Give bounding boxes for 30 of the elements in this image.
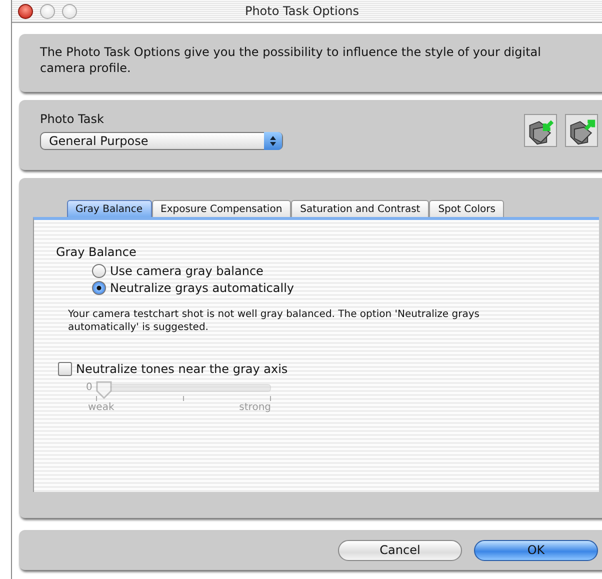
tab[interactable]: Spot Colors xyxy=(429,200,504,217)
slider-value: 0 xyxy=(86,382,92,393)
export-folder-icon[interactable] xyxy=(565,114,598,147)
tab[interactable]: Saturation and Contrast xyxy=(291,200,430,217)
cancel-button[interactable]: Cancel xyxy=(338,540,462,560)
radio-button[interactable] xyxy=(92,264,106,278)
tick-mark xyxy=(183,396,184,401)
radio-button[interactable] xyxy=(92,281,106,295)
photo-task-popup[interactable]: General Purpose xyxy=(40,132,283,150)
radio-option[interactable]: Use camera gray balance xyxy=(92,264,599,278)
window-title: Photo Task Options xyxy=(244,4,360,18)
section-heading: Gray Balance xyxy=(56,245,138,259)
checkbox[interactable] xyxy=(58,362,72,376)
close-button[interactable] xyxy=(18,4,33,19)
radio-label: Use camera gray balance xyxy=(110,264,264,278)
tab[interactable]: Exposure Compensation xyxy=(152,200,292,217)
radio-option[interactable]: Neutralize grays automatically xyxy=(92,281,599,295)
slider-max-label: strong xyxy=(239,402,271,413)
tick-mark xyxy=(96,396,97,401)
tab[interactable]: Gray Balance xyxy=(66,200,152,217)
tick-mark xyxy=(270,396,271,401)
photo-task-label: Photo Task xyxy=(40,112,105,126)
checkbox-label: Neutralize tones near the gray axis xyxy=(76,362,288,376)
description-text: The Photo Task Options give you the possibility to influence the style of your digital camera profile. xyxy=(40,44,542,76)
radio-label: Neutralize grays automatically xyxy=(110,281,294,295)
ok-button[interactable]: OK xyxy=(474,540,598,560)
stepper-arrows-icon xyxy=(264,132,282,150)
slider-min-label: weak xyxy=(88,402,114,413)
note-text: Your camera testchart shot is not well gray balanced. The option 'Neutralize grays automatically' is suggested. xyxy=(68,308,480,334)
import-folder-icon[interactable] xyxy=(524,114,557,147)
